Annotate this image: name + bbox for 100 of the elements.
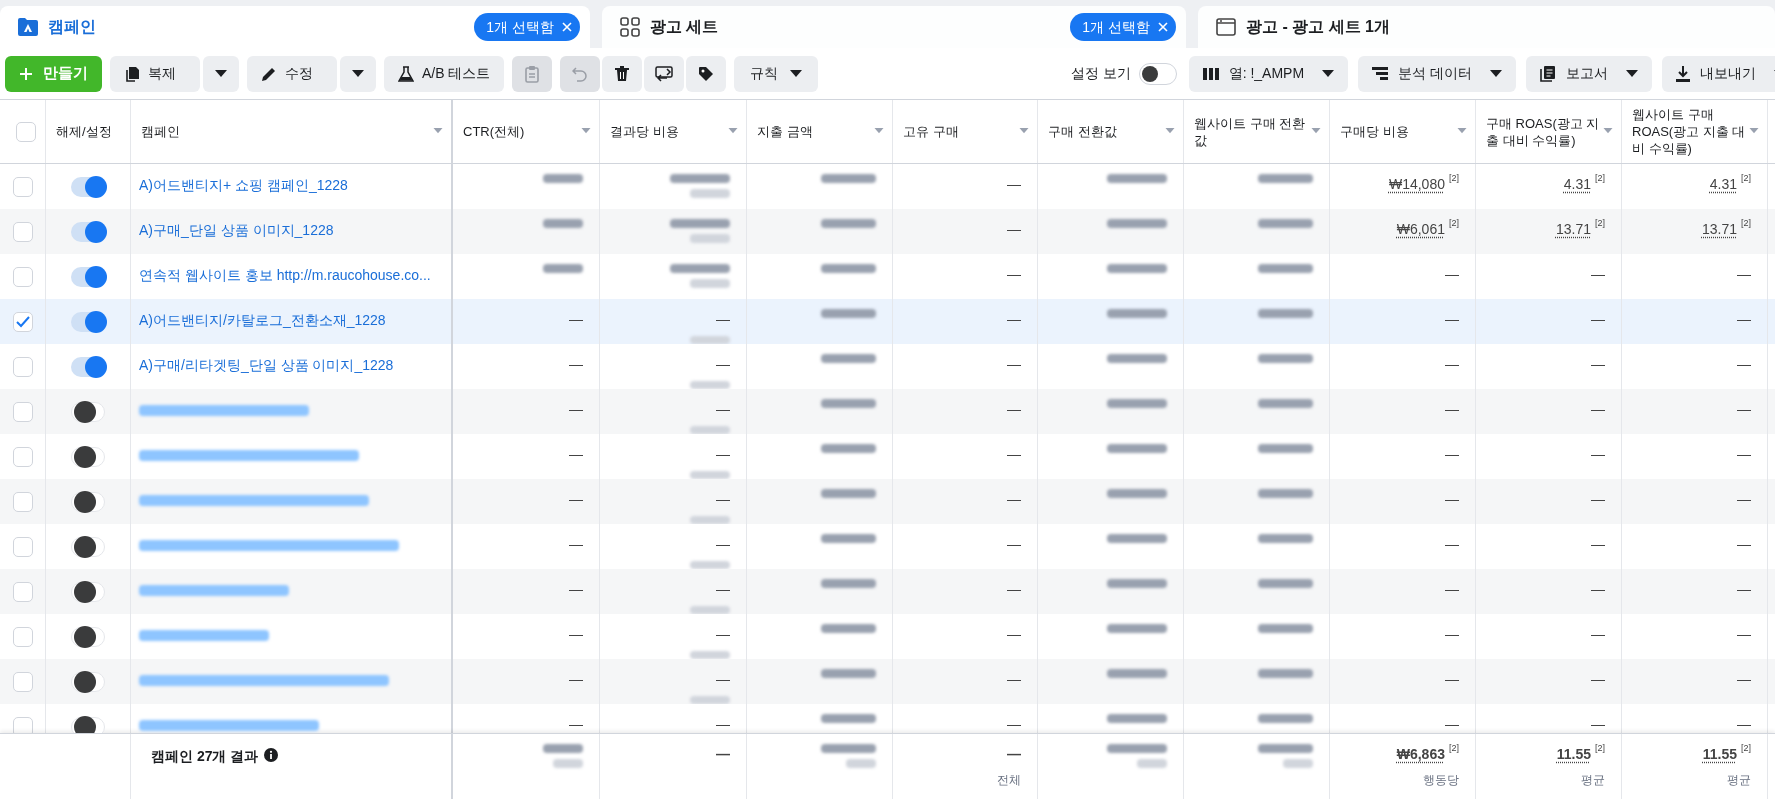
dropdown-button[interactable]: 분석 데이터 [1358,55,1516,92]
blurred-text [1258,744,1313,753]
checkbox[interactable] [12,671,33,692]
column-header[interactable]: CTR(전체) [463,123,539,140]
blurred-text [821,264,876,273]
column-header[interactable]: 지출 금액 [757,123,827,140]
table-cell-text: — [1737,445,1751,464]
table-cell-text: — [569,310,583,329]
dropdown-button[interactable]: 열: !_AMPM [1188,55,1349,92]
column-header[interactable]: 구매당 비용 [1340,123,1423,140]
toggle-switch[interactable] [71,536,105,557]
folder-icon [18,18,38,36]
checkbox[interactable] [15,121,36,142]
toggle-switch[interactable] [71,626,105,647]
blurred-text [1258,624,1313,633]
column-header[interactable]: 해제/설정 [56,123,126,140]
table-cell-text: — [1591,490,1605,509]
column-header[interactable]: 결과당 비용 [610,123,693,140]
checkbox[interactable] [12,356,33,377]
toggle-switch[interactable] [71,176,105,197]
campaign-link[interactable]: A)어드밴티지+ 쇼핑 캠페인_1228 [139,176,348,194]
checkbox[interactable] [12,221,33,242]
table-cell-text: — [569,445,583,464]
toggle-switch[interactable] [71,356,105,377]
table-row[interactable]: A)어드밴티지/카탈로그_전환소재_1228 — — — — — — [0,299,1775,344]
toggle-switch[interactable] [71,401,105,422]
column-header[interactable]: 구매 ROAS(광고 지출 대비 수익률) [1486,114,1617,149]
toolbar-button[interactable]: 수정 [247,55,337,92]
toggle-switch[interactable] [71,446,105,467]
blurred-text [1107,744,1167,753]
checkbox[interactable] [12,446,33,467]
table-cell-text: 4.31 [1563,175,1591,194]
campaign-link[interactable]: A)구매/리타겟팅_단일 상품 이미지_1228 [139,356,394,374]
blurred-text [690,189,730,198]
toggle-switch[interactable] [71,266,105,287]
checkbox[interactable] [12,491,33,512]
tab[interactable]: 광고 세트 1개 선택함 [602,6,1186,48]
tab[interactable]: 캠페인 1개 선택함 [0,6,590,48]
table-cell-text: — [716,715,730,733]
toggle-switch[interactable] [71,716,105,733]
undo-icon [572,65,589,82]
dropdown-button[interactable]: 보고서 [1526,55,1652,92]
table-cell-text: — [1445,490,1459,509]
icon-button[interactable] [686,55,727,92]
columns-icon [1202,66,1219,81]
table-row[interactable]: — — — — — — [0,569,1775,614]
toggle-switch[interactable] [71,491,105,512]
dropdown-button[interactable]: 내보내기 [1662,55,1775,92]
toggle-switch[interactable] [1138,62,1177,85]
checkbox[interactable] [12,716,33,733]
toggle-switch[interactable] [71,311,105,332]
table-row[interactable]: A)구매_단일 상품 이미지_1228 — ₩6,061 [2] 13.71 [2] 13.71 [2] [0,209,1775,254]
tab[interactable]: 광고 - 광고 세트 1개 [1198,6,1775,48]
column-header[interactable]: 구매 전환값 [1048,123,1131,140]
blurred-text [1107,534,1167,543]
checkbox[interactable] [12,626,33,647]
blurred-text [543,174,583,183]
blurred-text [690,516,730,524]
campaign-link[interactable]: A)구매_단일 상품 이미지_1228 [139,221,334,239]
icon-button[interactable] [644,55,685,92]
toggle-switch[interactable] [71,671,105,692]
campaign-link[interactable]: A)어드밴티지/카탈로그_전환소재_1228 [139,311,386,329]
table-cell-text: — [1007,265,1021,284]
table-row[interactable]: — — — — — — [0,659,1775,704]
checkbox[interactable] [12,401,33,422]
column-header[interactable]: 캠페인 [141,123,194,140]
selection-chip[interactable]: 1개 선택함 [1070,13,1176,41]
checkbox[interactable] [12,311,33,332]
column-header[interactable]: 웹사이트 구매 전환값 [1194,114,1325,149]
checkbox[interactable] [12,536,33,557]
table-cell-text: — [1737,670,1751,689]
caret-icon [1490,69,1502,78]
blurred-text [821,714,876,723]
blurred-text [1258,489,1313,498]
toggle-switch[interactable] [71,221,105,242]
column-header[interactable]: 웹사이트 구매 ROAS(광고 지출 대비 수익률) [1632,106,1763,157]
blurred-text [1107,264,1167,273]
blurred-text [690,426,730,434]
blurred-text [1107,174,1167,183]
blurred-text [821,579,876,588]
campaign-link[interactable]: 연속적 웹사이트 홍보 http://m.raucohouse.co... [139,266,431,284]
checkbox[interactable] [12,176,33,197]
dropdown-button[interactable] [340,55,376,92]
blurred-text [821,534,876,543]
selection-chip[interactable]: 1개 선택함 [474,13,580,41]
dropdown-button[interactable]: 규칙 [734,55,819,92]
toolbar-button[interactable]: A/B 테스트 [384,55,505,92]
checkbox[interactable] [12,266,33,287]
toolbar-button[interactable]: 복제 [110,55,200,92]
flask-icon [398,65,414,82]
toggle-switch[interactable] [71,581,105,602]
table-row[interactable]: — — — — — — [0,479,1775,524]
checkbox[interactable] [12,581,33,602]
column-header[interactable]: 고유 구매 [903,123,973,140]
table-cell-text: — [716,670,730,689]
blurred-text [821,174,876,183]
table-row[interactable]: — — — — — — [0,389,1775,434]
dropdown-button[interactable] [203,55,239,92]
table-cell-text: — [1737,400,1751,419]
icon-button[interactable] [602,55,643,92]
